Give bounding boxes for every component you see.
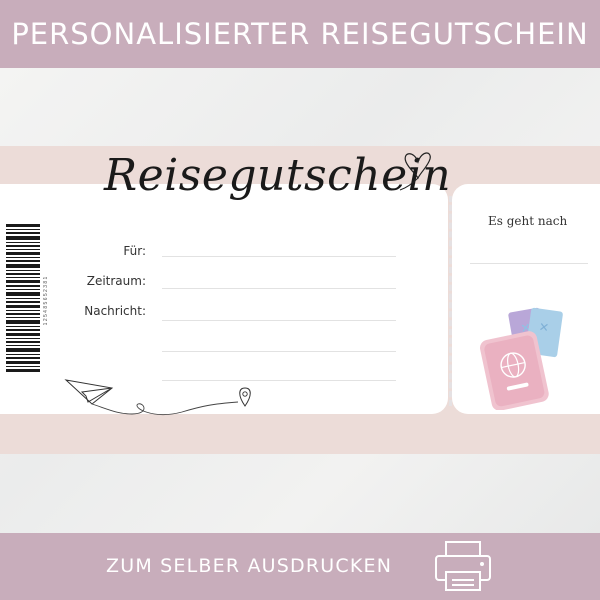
printer-icon <box>435 541 491 591</box>
field-label-fuer: Für: <box>123 244 146 258</box>
destination-label: Es geht nach <box>488 214 568 228</box>
print-cta-text: ZUM SELBER AUSDRUCKEN <box>106 555 393 577</box>
svg-text:✕: ✕ <box>538 320 550 335</box>
barcode-icon <box>6 224 40 372</box>
location-pin-icon <box>239 387 251 407</box>
write-line-zeitraum[interactable] <box>162 288 396 289</box>
write-line-nachricht[interactable] <box>162 320 396 321</box>
paper-plane-icon <box>64 379 251 415</box>
write-line-destination[interactable] <box>470 263 588 264</box>
top-banner: PERSONALISIERTER REISEGUTSCHEIN <box>0 0 600 68</box>
barcode-number: 1 2 5 4 8 5 6 5 2 3 8 1 <box>43 276 49 326</box>
heart-icon <box>399 152 431 191</box>
bottom-banner: ZUM SELBER AUSDRUCKEN <box>0 533 600 600</box>
field-label-zeitraum: Zeitraum: <box>86 274 146 288</box>
page-title: PERSONALISIERTER REISEGUTSCHEIN <box>11 17 589 51</box>
passport-icon: ✕ ✕ <box>479 307 563 410</box>
tear-line <box>449 196 452 406</box>
field-label-nachricht: Nachricht: <box>84 304 146 318</box>
write-line-nachricht-2[interactable] <box>162 351 396 352</box>
write-line-fuer[interactable] <box>162 256 396 257</box>
